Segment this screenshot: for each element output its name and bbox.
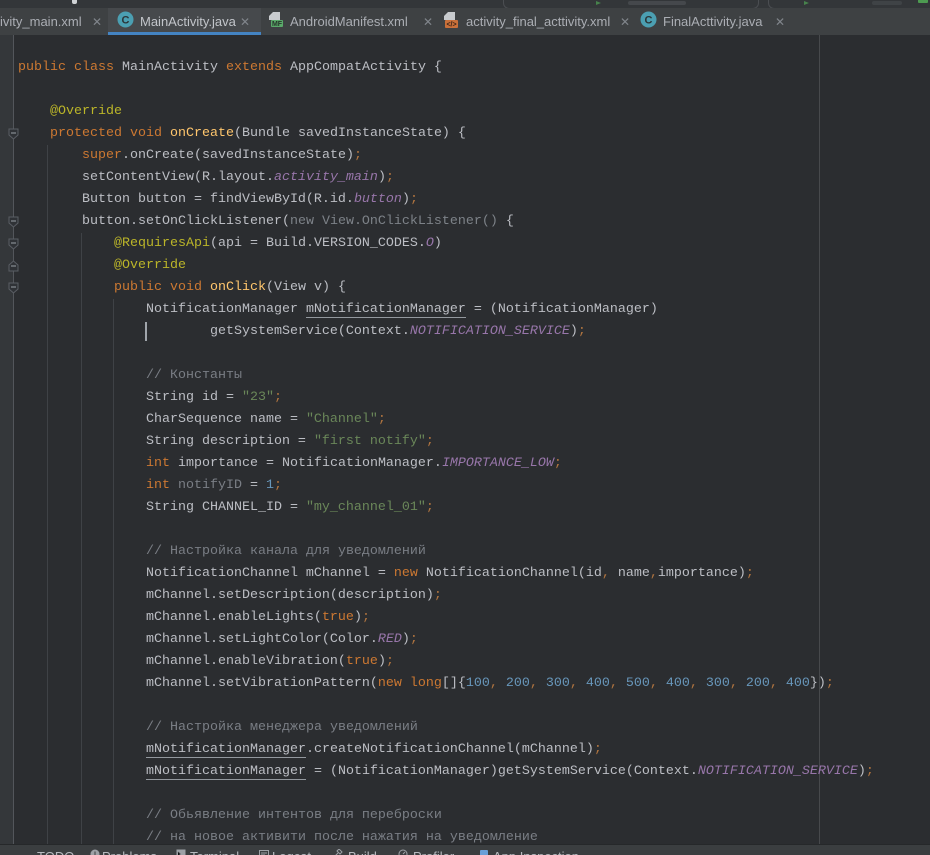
svg-text:C: C (645, 15, 653, 27)
svg-text:C: C (122, 15, 130, 27)
svg-text:</>: </> (446, 22, 456, 29)
svg-text:MF: MF (272, 21, 283, 28)
